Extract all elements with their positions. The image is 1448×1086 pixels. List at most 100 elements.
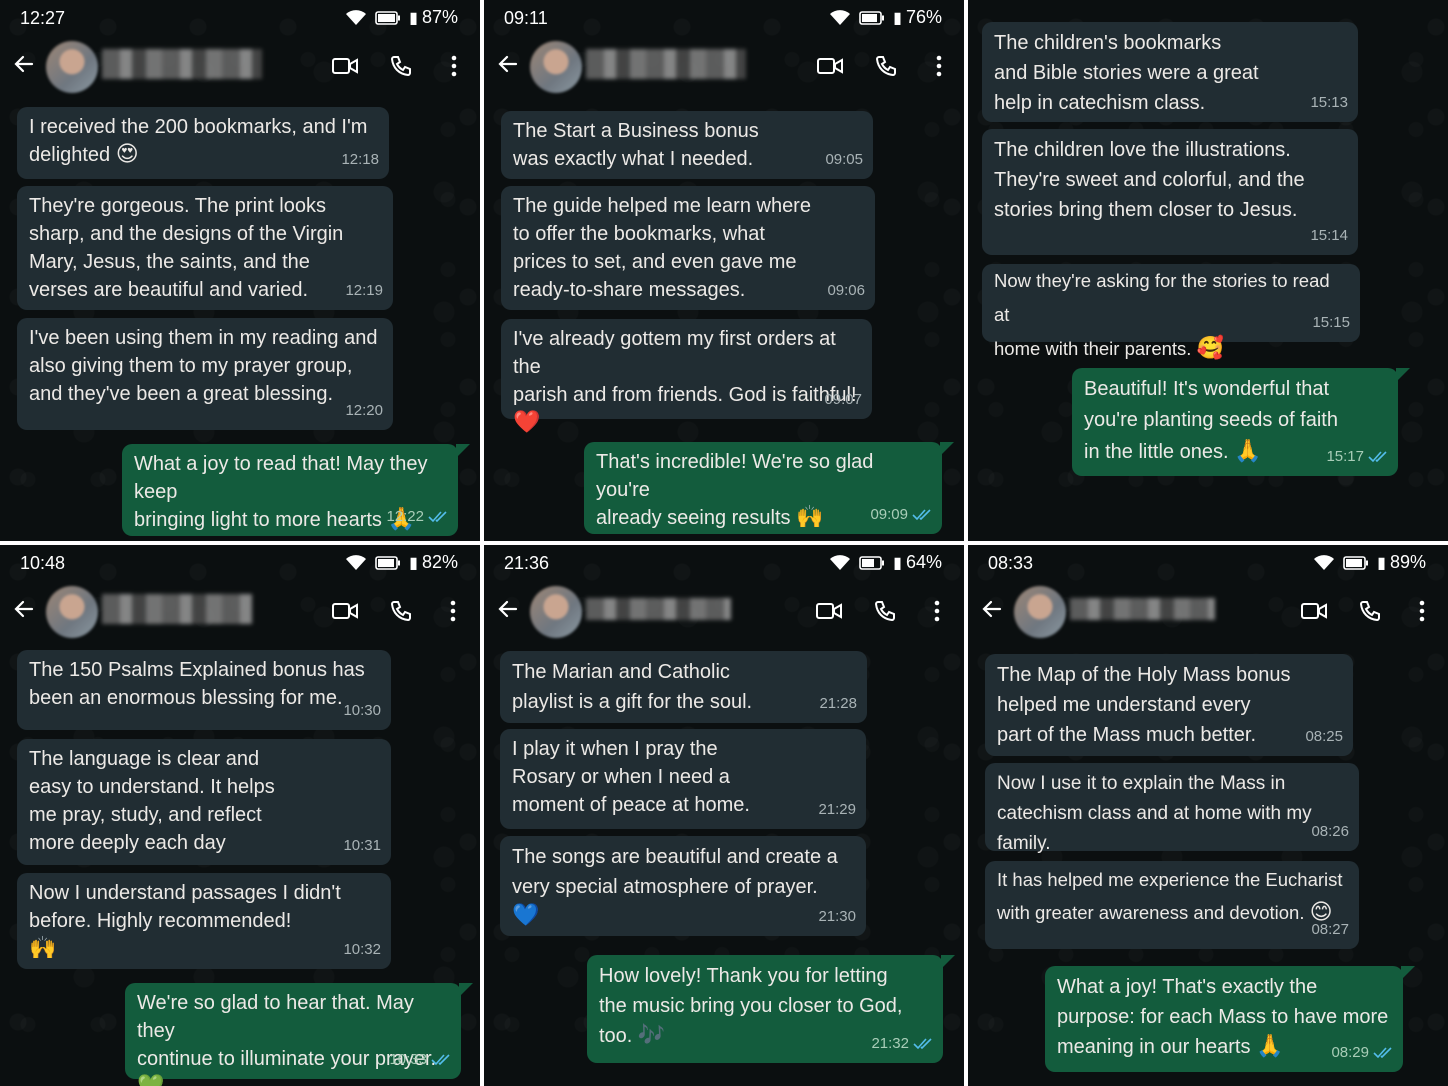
message-time: 15:13 bbox=[1310, 94, 1348, 111]
emoji: 💚 bbox=[137, 1073, 449, 1086]
contact-avatar[interactable] bbox=[530, 41, 582, 93]
more-options-icon[interactable] bbox=[933, 599, 941, 623]
read-receipt-icon bbox=[428, 511, 447, 523]
message-time: 15:15 bbox=[1312, 314, 1350, 331]
message-text: The language is clear and easy to unders… bbox=[29, 748, 275, 854]
message-outgoing[interactable]: What a joy to read that! May they keep b… bbox=[122, 444, 458, 536]
message-incoming[interactable]: The children's bookmarks and Bible stori… bbox=[982, 22, 1358, 122]
back-arrow-icon[interactable] bbox=[12, 597, 36, 621]
message-text: Now I understand passages I didn't befor… bbox=[29, 882, 341, 932]
voice-call-icon[interactable] bbox=[873, 599, 897, 623]
message-incoming[interactable]: The language is clear and easy to unders… bbox=[17, 739, 391, 865]
chat-panel-6: 08:33 ▮ 89% The Map of the Holy Mass bon… bbox=[968, 545, 1448, 1086]
contact-name-blurred[interactable] bbox=[586, 49, 746, 79]
back-arrow-icon[interactable] bbox=[12, 52, 36, 76]
battery-level: 82% bbox=[421, 552, 458, 572]
message-time: 10:30 bbox=[343, 702, 381, 719]
voice-call-icon[interactable] bbox=[389, 599, 413, 623]
message-text: The songs are beautiful and create a ver… bbox=[512, 846, 838, 898]
message-time: 21:30 bbox=[818, 908, 856, 925]
contact-name-blurred[interactable] bbox=[102, 49, 262, 79]
message-text: I've been using them in my reading and a… bbox=[29, 327, 378, 405]
back-arrow-icon[interactable] bbox=[496, 52, 520, 76]
wifi-icon bbox=[830, 9, 851, 25]
voice-call-icon[interactable] bbox=[389, 54, 413, 78]
message-incoming[interactable]: I've already gottem my first orders at t… bbox=[501, 319, 872, 435]
more-options-icon[interactable] bbox=[450, 54, 458, 78]
video-call-icon[interactable] bbox=[817, 56, 843, 76]
message-time: 21:32 bbox=[871, 1035, 909, 1052]
message-time: 12:20 bbox=[345, 402, 383, 419]
message-time: 09:07 bbox=[824, 391, 862, 408]
more-options-icon[interactable] bbox=[449, 599, 457, 623]
message-incoming[interactable]: The 150 Psalms Explained bonus has been … bbox=[17, 650, 391, 730]
message-incoming[interactable]: The Marian and Catholic playlist is a gi… bbox=[500, 651, 867, 723]
video-call-icon[interactable] bbox=[332, 56, 358, 76]
message-incoming[interactable]: The Start a Business bonus was exactly w… bbox=[501, 111, 873, 179]
message-incoming[interactable]: I play it when I pray the Rosary or when… bbox=[500, 729, 866, 829]
contact-name-blurred[interactable] bbox=[586, 598, 731, 620]
message-time: 10:32 bbox=[343, 941, 381, 958]
message-outgoing[interactable]: Beautiful! It's wonderful that you're pl… bbox=[1072, 368, 1398, 476]
wifi-icon bbox=[346, 554, 367, 570]
contact-avatar[interactable] bbox=[530, 586, 582, 638]
message-incoming[interactable]: They're gorgeous. The print looks sharp,… bbox=[17, 186, 393, 310]
message-incoming[interactable]: Now I understand passages I didn't befor… bbox=[17, 873, 391, 969]
message-text: I've already gottem my first orders at t… bbox=[513, 328, 857, 406]
contact-avatar[interactable] bbox=[1014, 586, 1066, 638]
message-time: 10:33 bbox=[389, 1051, 427, 1068]
video-call-icon[interactable] bbox=[332, 601, 358, 621]
charging-icon: ▮ bbox=[893, 554, 902, 572]
more-options-icon[interactable] bbox=[935, 54, 943, 78]
clock: 21:36 bbox=[504, 553, 550, 573]
read-receipt-icon bbox=[913, 1038, 932, 1050]
voice-call-icon[interactable] bbox=[1358, 599, 1382, 623]
charging-icon: ▮ bbox=[893, 9, 902, 27]
read-receipt-icon bbox=[1373, 1047, 1392, 1059]
wifi-icon bbox=[1314, 554, 1335, 570]
message-incoming[interactable]: Now they're asking for the stories to re… bbox=[982, 264, 1360, 361]
wifi-icon bbox=[346, 9, 367, 25]
battery-level: 89% bbox=[1389, 552, 1426, 572]
message-outgoing[interactable]: How lovely! Thank you for letting the mu… bbox=[587, 955, 943, 1063]
contact-avatar[interactable] bbox=[46, 41, 98, 93]
chat-panel-5: 21:36 ▮ 64% The Marian and Catholic play… bbox=[484, 545, 964, 1086]
message-text: Now they're asking for the stories to re… bbox=[994, 270, 1330, 361]
message-time: 12:22 bbox=[386, 508, 424, 525]
contact-name-blurred[interactable] bbox=[1070, 598, 1215, 620]
message-incoming[interactable]: The Map of the Holy Mass bonus helped me… bbox=[985, 654, 1353, 756]
contact-name-blurred[interactable] bbox=[102, 594, 252, 624]
message-outgoing[interactable]: What a joy! That's exactly the purpose: … bbox=[1045, 966, 1403, 1072]
video-call-icon[interactable] bbox=[816, 601, 842, 621]
message-incoming[interactable]: The guide helped me learn where to offer… bbox=[501, 186, 875, 310]
message-time: 21:28 bbox=[819, 695, 857, 712]
message-incoming[interactable]: Now I use it to explain the Mass in cate… bbox=[985, 763, 1359, 854]
battery-level: 87% bbox=[421, 7, 458, 27]
back-arrow-icon[interactable] bbox=[496, 597, 520, 621]
back-arrow-icon[interactable] bbox=[980, 597, 1004, 621]
video-call-icon[interactable] bbox=[1301, 601, 1327, 621]
voice-call-icon[interactable] bbox=[874, 54, 898, 78]
battery-level: 64% bbox=[905, 552, 942, 572]
message-incoming[interactable]: The songs are beautiful and create a ver… bbox=[500, 836, 866, 936]
message-incoming[interactable]: I received the 200 bookmarks, and I'm de… bbox=[17, 107, 389, 179]
message-text: They're gorgeous. The print looks sharp,… bbox=[29, 195, 344, 301]
bubble-tail bbox=[459, 983, 473, 997]
bubble-tail bbox=[940, 442, 954, 456]
message-text: The Start a Business bonus was exactly w… bbox=[513, 120, 759, 170]
chat-header bbox=[484, 38, 964, 94]
charging-icon: ▮ bbox=[1377, 554, 1386, 572]
message-outgoing[interactable]: That's incredible! We're so glad you're … bbox=[584, 442, 942, 534]
message-outgoing[interactable]: We're so glad to hear that. May they con… bbox=[125, 983, 461, 1086]
message-incoming[interactable]: It has helped me experience the Eucharis… bbox=[985, 861, 1359, 949]
chat-panel-2: 09:11 ▮ 76% The Start a Business bonus w… bbox=[484, 0, 964, 541]
message-incoming[interactable]: I've been using them in my reading and a… bbox=[17, 318, 393, 430]
status-bar: 12:27 ▮ 87% bbox=[0, 0, 480, 36]
contact-avatar[interactable] bbox=[46, 586, 98, 638]
status-bar: 10:48 ▮ 82% bbox=[0, 545, 480, 581]
message-time: 10:31 bbox=[343, 837, 381, 854]
message-incoming[interactable]: The children love the illustrations. The… bbox=[982, 129, 1358, 255]
message-text: I received the 200 bookmarks, and I'm de… bbox=[29, 116, 368, 167]
more-options-icon[interactable] bbox=[1418, 599, 1426, 623]
bubble-tail bbox=[456, 444, 470, 458]
